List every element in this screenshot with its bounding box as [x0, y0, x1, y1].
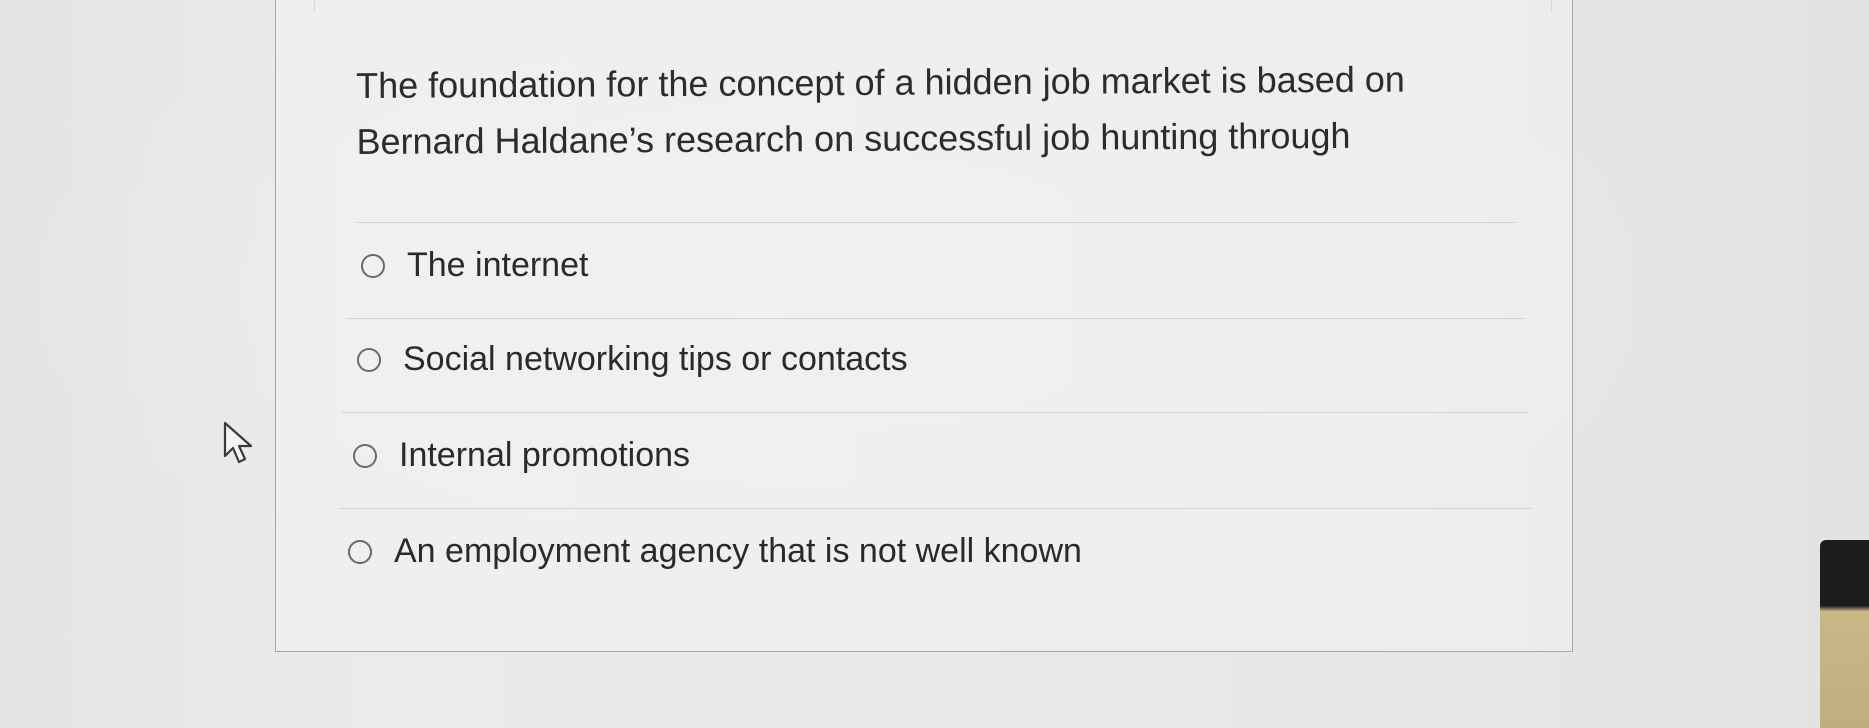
option-social-networking[interactable]: Social networking tips or contacts — [357, 340, 908, 379]
radio-icon[interactable] — [348, 539, 372, 564]
option-divider — [346, 318, 1526, 319]
radio-icon[interactable] — [353, 443, 377, 468]
device-edge — [1820, 540, 1869, 728]
radio-icon[interactable] — [361, 253, 385, 278]
option-label: The internet — [407, 246, 589, 284]
option-employment-agency[interactable]: An employment agency that is not well kn… — [348, 532, 1082, 571]
option-label: Social networking tips or contacts — [403, 340, 908, 378]
option-divider — [356, 222, 1516, 223]
option-label: Internal promotions — [399, 436, 691, 474]
question-card: The foundation for the concept of a hidd… — [275, 0, 1573, 652]
arrow-cursor-icon — [223, 421, 253, 464]
option-the-internet[interactable]: The internet — [361, 246, 588, 285]
option-label: An employment agency that is not well kn… — [394, 532, 1082, 570]
radio-icon[interactable] — [357, 347, 381, 372]
option-divider — [338, 508, 1532, 509]
option-divider — [342, 412, 1528, 413]
option-internal-promotions[interactable]: Internal promotions — [353, 436, 690, 475]
question-text: The foundation for the concept of a hidd… — [356, 58, 1405, 162]
